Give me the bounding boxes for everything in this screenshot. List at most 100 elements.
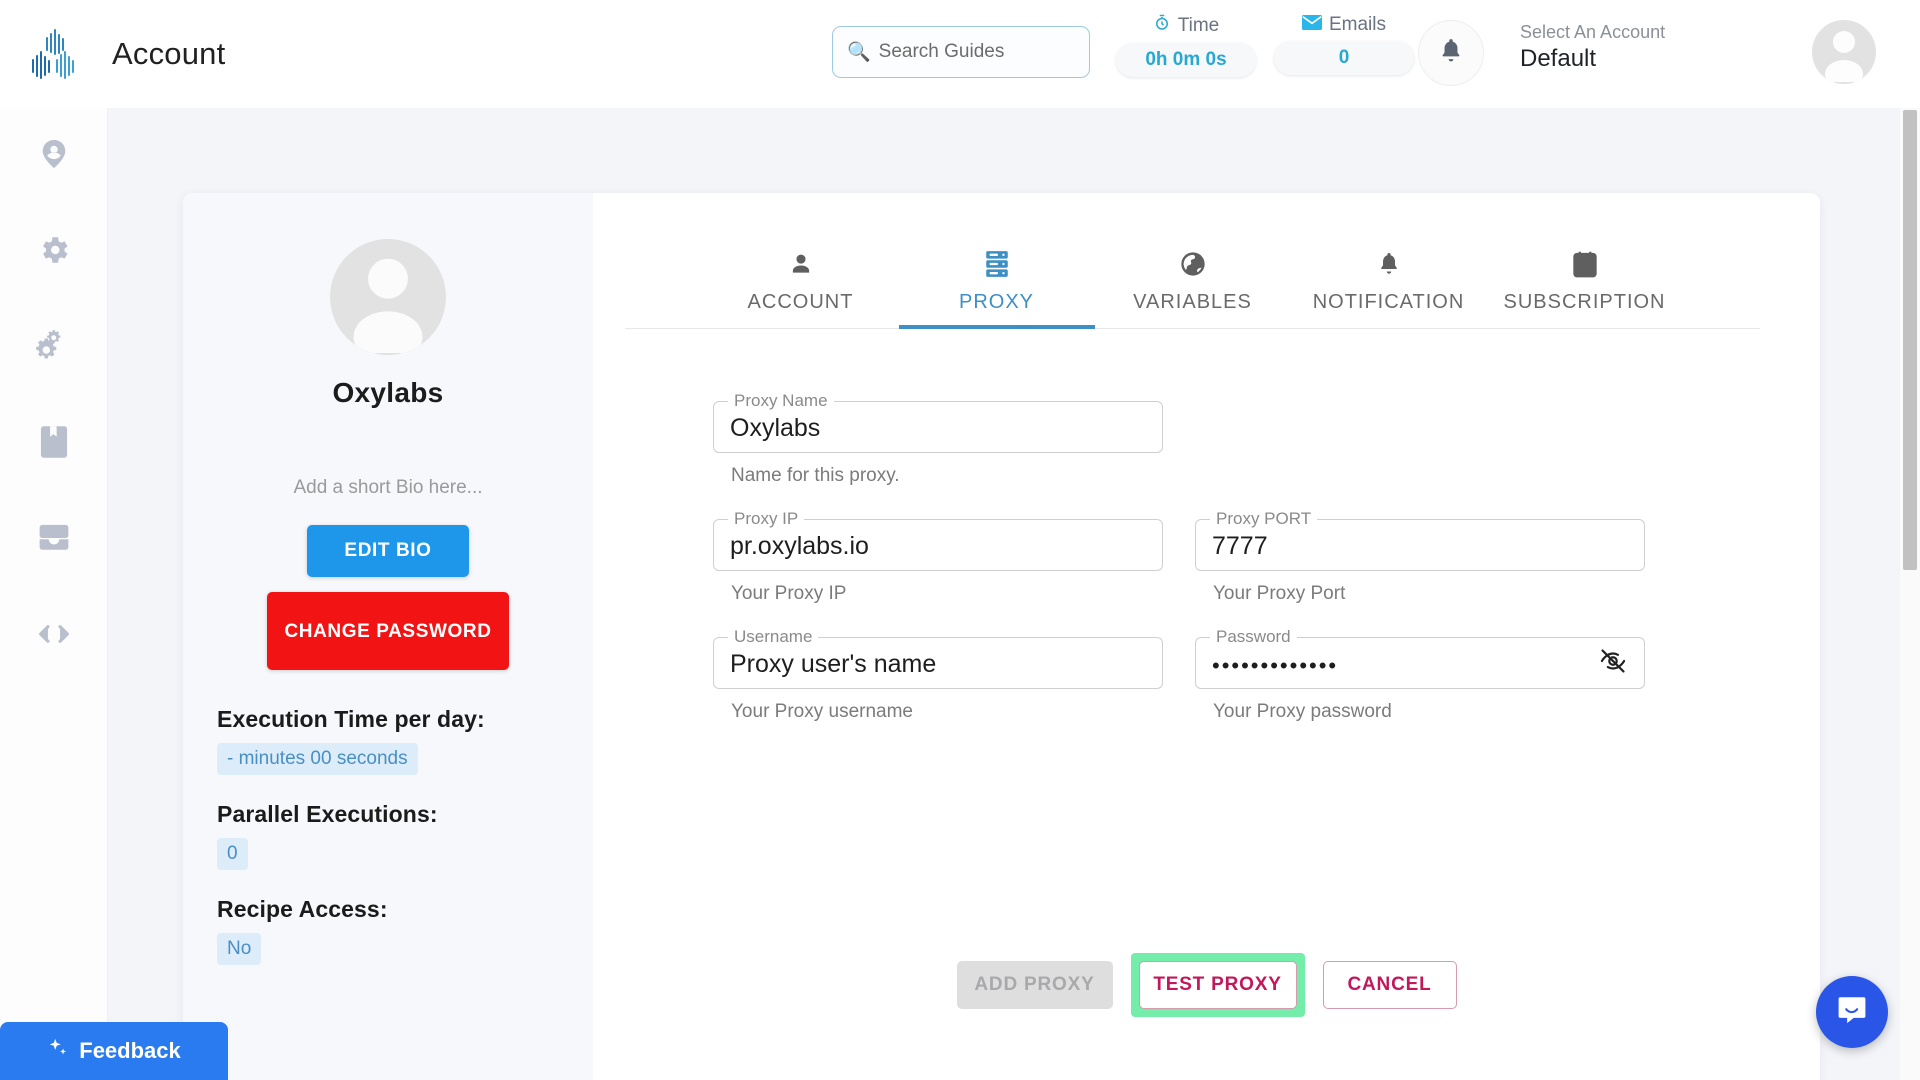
sidebar-item-inbox[interactable] bbox=[0, 492, 108, 588]
proxy-ip-input[interactable] bbox=[714, 532, 1162, 561]
profile-name: Oxylabs bbox=[332, 377, 444, 408]
proxy-port-field: Proxy PORT Your Proxy Port bbox=[1195, 509, 1645, 627]
tab-variables-label: VARIABLES bbox=[1133, 291, 1252, 313]
avatar[interactable] bbox=[1812, 20, 1876, 84]
proxy-password-help: Your Proxy password bbox=[1213, 701, 1392, 722]
sparkle-icon bbox=[47, 1037, 69, 1065]
proxy-username-input[interactable] bbox=[714, 650, 1162, 679]
emails-stat: Emails 0 bbox=[1274, 14, 1414, 75]
person-icon bbox=[703, 247, 899, 281]
row-proxy-name: Proxy Name Name for this proxy. bbox=[713, 391, 1760, 509]
intercom-chat-icon bbox=[1835, 993, 1869, 1032]
time-stat-header: Time bbox=[1116, 14, 1256, 38]
proxy-port-input[interactable] bbox=[1196, 532, 1644, 561]
server-icon bbox=[899, 247, 1095, 281]
feedback-label: Feedback bbox=[79, 1038, 181, 1063]
proxy-password-input[interactable]: ••••••••••••• bbox=[1196, 653, 1354, 679]
notifications-button[interactable] bbox=[1418, 20, 1484, 86]
form-actions: ADD PROXY TEST PROXY CANCEL bbox=[593, 953, 1820, 1017]
page-body: Oxylabs Add a short Bio here... EDIT BIO… bbox=[108, 108, 1920, 1080]
emails-stat-label: Emails bbox=[1328, 14, 1386, 35]
stat-label-recipe-access: Recipe Access: bbox=[217, 896, 388, 922]
proxy-port-label: Proxy PORT bbox=[1216, 509, 1312, 528]
sidebar-item-settings[interactable] bbox=[0, 204, 108, 300]
tab-account-label: ACCOUNT bbox=[747, 291, 854, 313]
proxy-port-help: Your Proxy Port bbox=[1213, 583, 1346, 604]
row-credentials: Username Your Proxy username Password ••… bbox=[713, 627, 1760, 745]
time-stat: Time 0h 0m 0s bbox=[1116, 14, 1256, 77]
gear-icon bbox=[37, 233, 71, 272]
tab-notification[interactable]: NOTIFICATION bbox=[1291, 235, 1487, 328]
bell-icon bbox=[1438, 37, 1464, 70]
tab-notification-label: NOTIFICATION bbox=[1312, 291, 1465, 313]
brand-waveform-logo[interactable] bbox=[22, 23, 84, 85]
proxy-name-field: Proxy Name Name for this proxy. bbox=[713, 391, 1163, 509]
gears-icon bbox=[36, 328, 72, 369]
proxy-name-input[interactable] bbox=[714, 414, 1162, 443]
proxy-form-panel: ACCOUNT PROXY VARIABLES NOTIFICATION SUB… bbox=[593, 193, 1820, 1080]
profile-panel: Oxylabs Add a short Bio here... EDIT BIO… bbox=[183, 193, 593, 1080]
tab-variables[interactable]: VARIABLES bbox=[1095, 235, 1291, 328]
proxy-password-field: Password ••••••••••••• Your Proxy passwo… bbox=[1195, 627, 1645, 745]
emails-stat-value: 0 bbox=[1274, 41, 1414, 75]
stat-label-parallel-executions: Parallel Executions: bbox=[217, 801, 438, 827]
proxy-username-label: Username bbox=[734, 627, 813, 646]
edit-bio-button[interactable]: EDIT BIO bbox=[307, 525, 469, 577]
bell-icon bbox=[1291, 247, 1487, 281]
account-pin-icon bbox=[37, 137, 71, 176]
globe-icon bbox=[1095, 247, 1291, 281]
row-proxy-ip-port: Proxy IP Your Proxy IP Proxy PORT Your P… bbox=[713, 509, 1760, 627]
proxy-ip-help: Your Proxy IP bbox=[731, 583, 847, 604]
stat-value-recipe-access: No bbox=[217, 933, 262, 965]
page-scrollbar[interactable] bbox=[1900, 108, 1920, 1080]
scrollbar-thumb[interactable] bbox=[1903, 110, 1917, 570]
profile-bio-placeholder: Add a short Bio here... bbox=[293, 477, 483, 498]
toggle-password-visibility-button[interactable] bbox=[1595, 643, 1631, 682]
test-proxy-button[interactable]: TEST PROXY bbox=[1138, 961, 1297, 1009]
envelope-icon bbox=[1301, 14, 1322, 36]
sidebar-item-library[interactable] bbox=[0, 396, 108, 492]
user-avatar-icon bbox=[1812, 20, 1876, 84]
stopwatch-icon bbox=[1153, 14, 1171, 38]
tab-subscription-label: SUBSCRIPTION bbox=[1503, 291, 1666, 313]
profile-avatar[interactable] bbox=[330, 239, 446, 355]
proxy-username-help: Your Proxy username bbox=[731, 701, 914, 722]
feedback-button[interactable]: Feedback bbox=[0, 1022, 228, 1080]
code-brackets-icon bbox=[37, 621, 71, 652]
emails-stat-header: Emails bbox=[1274, 14, 1414, 36]
proxy-name-help: Name for this proxy. bbox=[731, 465, 900, 486]
tab-proxy-label: PROXY bbox=[958, 291, 1035, 313]
sidebar-item-code[interactable] bbox=[0, 588, 108, 684]
add-proxy-button[interactable]: ADD PROXY bbox=[956, 961, 1113, 1009]
time-stat-value: 0h 0m 0s bbox=[1116, 43, 1256, 77]
proxy-ip-field: Proxy IP Your Proxy IP bbox=[713, 509, 1163, 627]
account-selector-value: Default bbox=[1520, 45, 1597, 72]
stat-label-execution-time: Execution Time per day: bbox=[217, 706, 485, 732]
tab-subscription[interactable]: SUBSCRIPTION bbox=[1487, 235, 1683, 328]
chat-launcher-button[interactable] bbox=[1816, 976, 1888, 1048]
inbox-icon bbox=[37, 523, 71, 558]
search-icon: 🔍 bbox=[847, 41, 871, 63]
page-title: Account bbox=[112, 36, 226, 71]
proxy-ip-label: Proxy IP bbox=[734, 509, 799, 528]
account-selector-label: Select An Account bbox=[1520, 22, 1666, 42]
proxy-username-field: Username Your Proxy username bbox=[713, 627, 1163, 745]
sidebar-item-account[interactable] bbox=[0, 108, 108, 204]
account-selector[interactable]: Select An Account Default bbox=[1520, 22, 1665, 73]
time-stat-label: Time bbox=[1177, 15, 1220, 36]
settings-tabs: ACCOUNT PROXY VARIABLES NOTIFICATION SUB… bbox=[625, 235, 1760, 329]
sidebar-item-integrations[interactable] bbox=[0, 300, 108, 396]
calendar-icon bbox=[1487, 247, 1683, 281]
user-avatar-icon bbox=[330, 239, 446, 355]
stat-value-parallel-executions: 0 bbox=[217, 838, 248, 870]
change-password-button[interactable]: CHANGE PASSWORD bbox=[267, 592, 509, 670]
search-guides-box[interactable]: 🔍 bbox=[832, 26, 1090, 78]
tab-account[interactable]: ACCOUNT bbox=[703, 235, 899, 328]
profile-stats: Execution Time per day: - minutes 00 sec… bbox=[215, 706, 561, 991]
search-input[interactable] bbox=[878, 41, 1075, 63]
eye-off-icon bbox=[1599, 649, 1627, 678]
proxy-password-label: Password bbox=[1216, 627, 1291, 646]
cancel-button[interactable]: CANCEL bbox=[1322, 961, 1457, 1009]
tab-proxy[interactable]: PROXY bbox=[898, 235, 1095, 329]
left-nav-rail bbox=[0, 108, 108, 1080]
